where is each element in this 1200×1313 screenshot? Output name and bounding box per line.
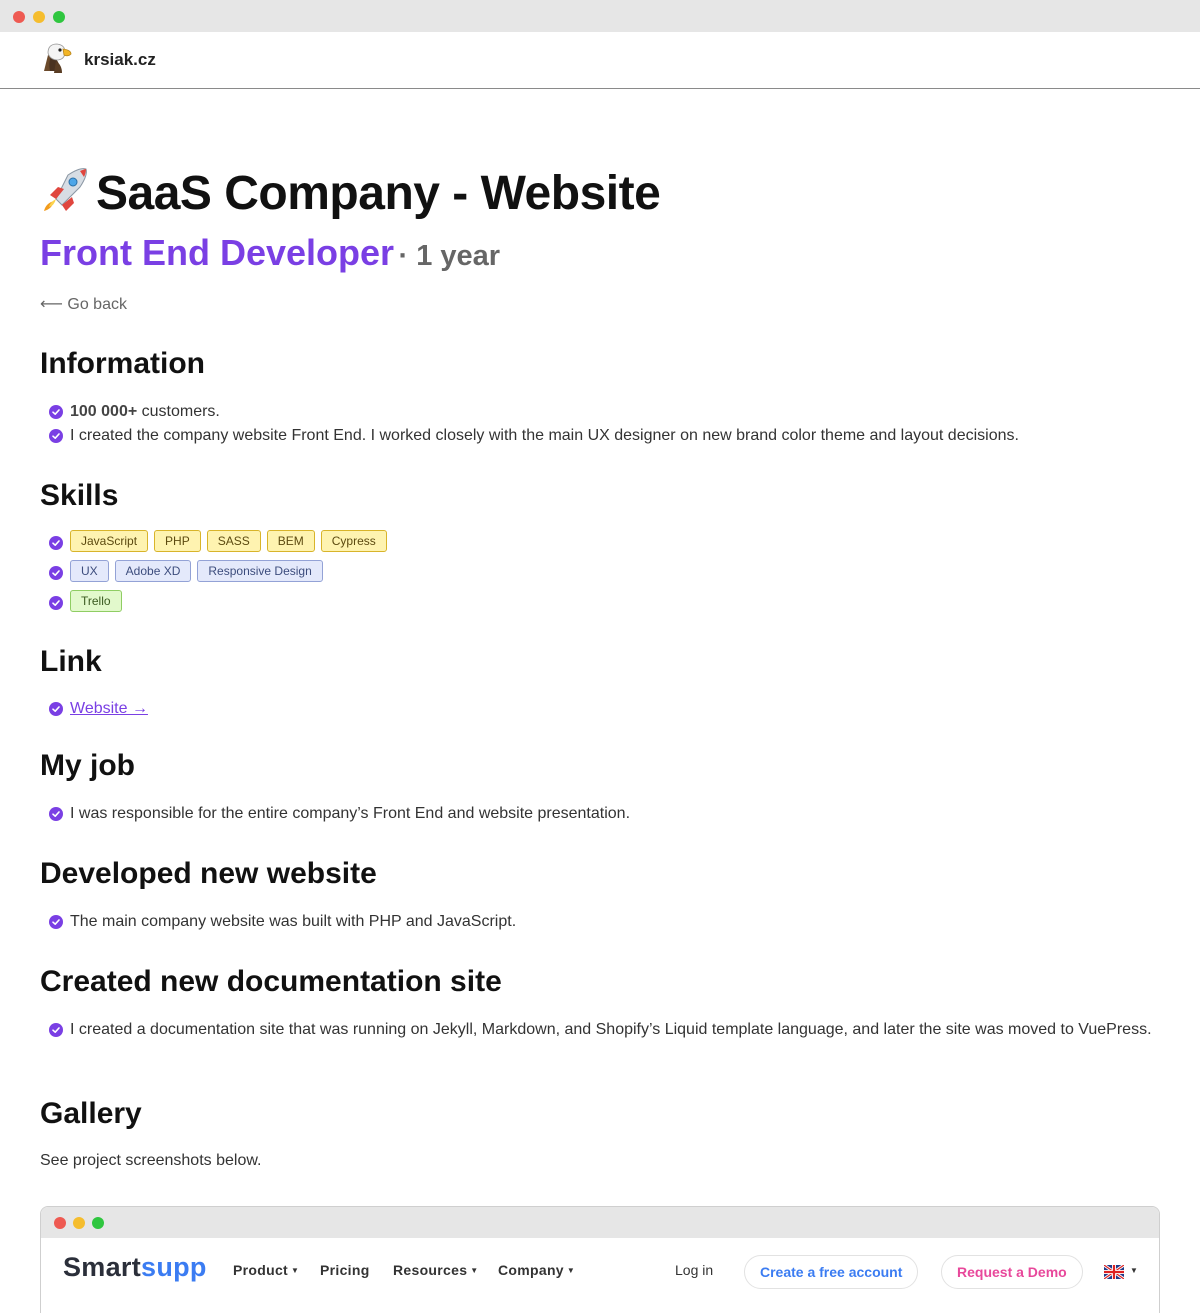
list-item: 100 000+ customers. [40, 400, 1160, 424]
page-title: SaaS Company - Website [40, 165, 661, 221]
customers-count: 100 000+ [70, 403, 138, 420]
link-list: Website → [40, 697, 1160, 721]
skill-tag: PHP [154, 530, 201, 552]
developed-title: Developed new website [40, 857, 377, 890]
nav-company: Company ▼ [498, 1262, 576, 1278]
browser-title-bar [0, 0, 1200, 32]
list-item: I created the company website Front End.… [40, 424, 1160, 448]
gallery-intro: See project screenshots below. [40, 1152, 262, 1169]
screenshot-minimize-dot [73, 1217, 85, 1229]
window-maximize-button[interactable] [53, 11, 65, 23]
nav-pricing: Pricing [320, 1262, 370, 1278]
check-circle-icon [49, 596, 63, 610]
gallery-screenshot[interactable]: Smartsupp Product ▼ Pricing Resources ▼ Co… [40, 1206, 1160, 1313]
check-circle-icon [49, 429, 63, 443]
check-circle-icon [49, 915, 63, 929]
chevron-down-icon: ▼ [291, 1266, 300, 1275]
list-item: The main company website was built with … [40, 910, 1160, 934]
duration: · 1 year [398, 240, 501, 272]
screenshot-maximize-dot [92, 1217, 104, 1229]
my-job-title: My job [40, 749, 135, 782]
documentation-title: Created new documentation site [40, 965, 502, 998]
login-link: Log in [675, 1262, 714, 1278]
site-name[interactable]: krsiak.cz [84, 50, 156, 70]
skill-tag: JavaScript [70, 530, 149, 552]
check-circle-icon [49, 807, 63, 821]
list-item: I was responsible for the entire company… [40, 802, 1160, 826]
screenshot-title-bar [41, 1207, 1159, 1238]
skill-tag: SASS [206, 530, 261, 552]
skill-tag: UX [70, 560, 109, 582]
go-back-link[interactable]: ⟵ Go back [40, 294, 127, 314]
request-demo-button: Request a Demo [941, 1255, 1083, 1289]
information-list: 100 000+ customers. I created the compan… [40, 400, 1160, 448]
website-link[interactable]: Website → [70, 700, 148, 717]
link-title: Link [40, 645, 102, 678]
list-item: I created a documentation site that was … [40, 1018, 1160, 1042]
page-title-text: SaaS Company - Website [96, 167, 661, 220]
developed-text: The main company website was built with … [70, 913, 517, 930]
skill-row-tools: Trello [40, 588, 1160, 618]
chevron-down-icon: ▼ [566, 1266, 576, 1275]
eagle-icon[interactable] [38, 41, 74, 77]
skill-row-design: UX Adobe XD Responsive Design [40, 558, 1160, 588]
skills-title: Skills [40, 479, 119, 512]
create-account-button: Create a free account [744, 1255, 919, 1289]
documentation-list: I created a documentation site that was … [40, 1018, 1160, 1042]
chevron-down-icon: ▼ [1130, 1266, 1138, 1275]
role: Front End Developer [40, 232, 395, 273]
developed-list: The main company website was built with … [40, 910, 1160, 934]
information-title: Information [40, 347, 205, 380]
my-job-text: I was responsible for the entire company… [70, 805, 631, 822]
skill-tag: Responsive Design [197, 560, 323, 582]
role-line: Front End Developer · 1 year [40, 232, 500, 274]
uk-flag-icon [1104, 1265, 1124, 1279]
nav-resources: Resources ▼ [393, 1262, 479, 1278]
skill-tag: Trello [70, 590, 122, 612]
site-header: krsiak.cz [0, 32, 1200, 89]
list-item: Website → [40, 697, 1160, 721]
window-close-button[interactable] [13, 11, 25, 23]
screenshot-close-dot [54, 1217, 66, 1229]
chevron-down-icon: ▼ [470, 1266, 479, 1275]
skills-list: JavaScript PHP SASS BEM Cypress UX Adobe XD Re… [40, 528, 1160, 618]
gallery-title: Gallery [40, 1097, 142, 1130]
check-circle-icon [49, 405, 63, 419]
smartsupp-logo: Smartsupp [63, 1252, 207, 1282]
skill-tag: Cypress [320, 530, 387, 552]
skill-row-languages: JavaScript PHP SASS BEM Cypress [40, 528, 1160, 558]
nav-product: Product ▼ [233, 1262, 300, 1278]
my-job-list: I was responsible for the entire company… [40, 802, 1160, 826]
check-circle-icon [49, 1023, 63, 1037]
skill-tag: Adobe XD [114, 560, 192, 582]
check-circle-icon [49, 566, 63, 580]
skill-tag: BEM [266, 530, 315, 552]
window-minimize-button[interactable] [33, 11, 45, 23]
check-circle-icon [49, 536, 63, 550]
documentation-text: I created a documentation site that was … [70, 1021, 1152, 1038]
rocket-icon [44, 168, 87, 211]
information-text: I created the company website Front End.… [70, 427, 1019, 444]
check-circle-icon [49, 702, 63, 716]
customers-text: customers. [137, 403, 220, 420]
